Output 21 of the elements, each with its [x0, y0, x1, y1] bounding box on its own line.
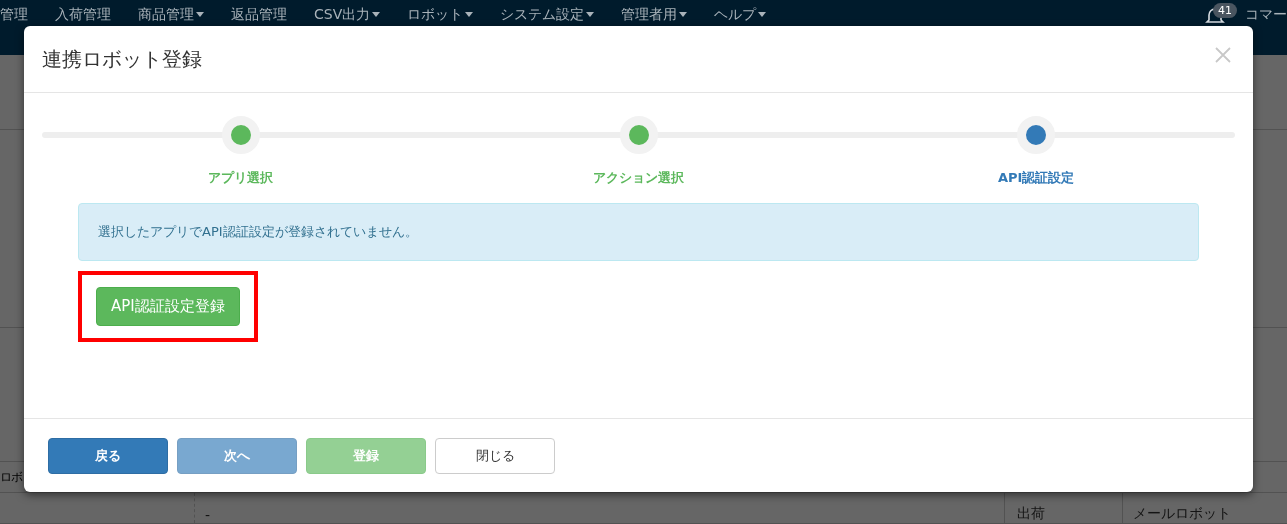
table-cell: 出荷 — [1005, 493, 1123, 523]
user-menu[interactable]: コマー — [1245, 5, 1287, 23]
modal-title: 連携ロボット登録 — [42, 45, 203, 73]
nav-menu-item[interactable]: システム設定 — [487, 5, 609, 23]
nav-menu-item[interactable]: 管理 — [0, 5, 42, 23]
nav-menu-item[interactable]: 商品管理 — [125, 5, 218, 23]
nav-menu-item[interactable]: 管理者用 — [608, 5, 702, 23]
notification-badge: 41 — [1213, 3, 1237, 18]
nav-menu-item[interactable]: ロボット — [394, 5, 488, 23]
footer-button[interactable]: 閉じる — [435, 437, 555, 474]
nav-menu-item[interactable]: ヘルプ — [701, 5, 781, 23]
step-label: API認証設定 — [997, 169, 1075, 187]
step-label: アクション選択 — [593, 169, 684, 187]
footer-button[interactable]: 戻る — [48, 437, 168, 474]
step-label: アプリ選択 — [208, 169, 274, 187]
table-cell: - — [195, 493, 1005, 523]
info-alert: 選択したアプリでAPI認証設定が登録されていません。 — [78, 203, 1199, 261]
nav-menu-item[interactable]: 入荷管理 — [42, 5, 125, 23]
nav-menu-item[interactable]: CSV出力 — [301, 5, 395, 23]
table-cell-text: メールロボット — [1132, 504, 1231, 523]
nav-menu-item[interactable]: 返品管理 — [218, 5, 301, 23]
